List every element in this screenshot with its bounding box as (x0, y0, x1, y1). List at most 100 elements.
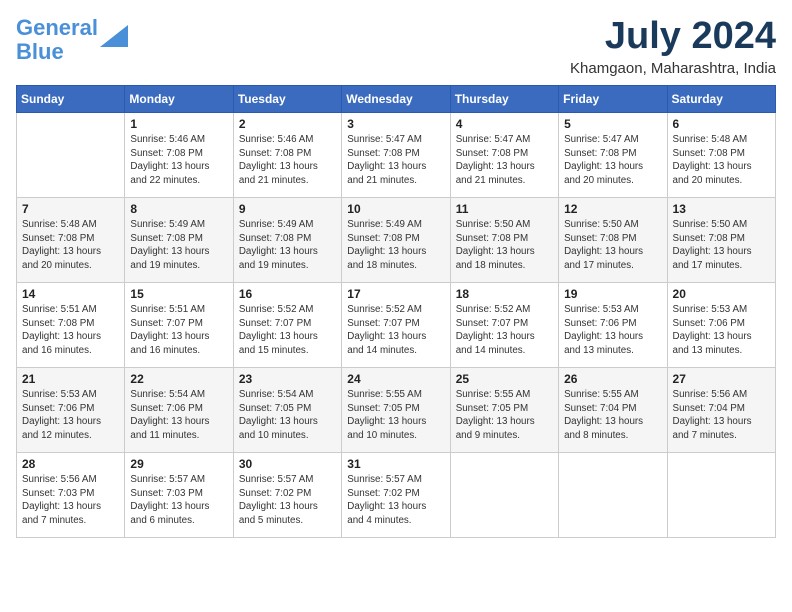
calendar-cell: 24 Sunrise: 5:55 AM Sunset: 7:05 PM Dayli… (342, 367, 450, 452)
calendar-week-3: 14Sunrise: 5:51 AM Sunset: 7:08 PM Dayli… (17, 282, 776, 367)
location-subtitle: Khamgaon, Maharashtra, India (570, 60, 776, 77)
day-number: 9 (239, 202, 336, 216)
day-info: Sunrise: 5:50 AM Sunset: 7:08 PM Dayligh… (456, 218, 553, 273)
day-info: Sunrise: 5:55 AM Sunset: 7:05 PM Dayligh… (456, 388, 553, 443)
weekday-header-saturday: Saturday (667, 85, 775, 112)
day-info: Sunrise: 5:48 AM Sunset: 7:08 PM Dayligh… (22, 218, 119, 273)
day-info: Sunrise: 5:46 AM Sunset: 7:08 PM Dayligh… (130, 133, 227, 188)
day-info: Sunrise: 5:51 AM Sunset: 7:07 PM Dayligh… (130, 303, 227, 358)
day-info: Sunrise: 5:57 AM Sunset: 7:03 PM Dayligh… (130, 473, 227, 528)
day-info: Sunrise: 5:54 AM Sunset: 7:06 PM Dayligh… (130, 388, 227, 443)
calendar-cell (559, 452, 667, 537)
day-number: 10 (347, 202, 444, 216)
weekday-header-sunday: Sunday (17, 85, 125, 112)
day-info: Sunrise: 5:52 AM Sunset: 7:07 PM Dayligh… (239, 303, 336, 358)
calendar-cell: 19 Sunrise: 5:53 AM Sunset: 7:06 PM Dayli… (559, 282, 667, 367)
calendar-cell: 16 Sunrise: 5:52 AM Sunset: 7:07 PM Dayli… (233, 282, 341, 367)
day-info: Sunrise: 5:51 AM Sunset: 7:08 PM Dayligh… (22, 303, 119, 358)
day-info: Sunrise: 5:57 AM Sunset: 7:02 PM Dayligh… (347, 473, 444, 528)
day-number: 7 (22, 202, 119, 216)
day-number: 31 (347, 457, 444, 471)
day-number: 1 (130, 117, 227, 131)
calendar-week-1: 1 Sunrise: 5:46 AM Sunset: 7:08 PM Daylig… (17, 112, 776, 197)
day-number: 13 (673, 202, 770, 216)
day-info: Sunrise: 5:50 AM Sunset: 7:08 PM Dayligh… (673, 218, 770, 273)
day-number: 8 (130, 202, 227, 216)
calendar-cell: 28 Sunrise: 5:56 AM Sunset: 7:03 PM Dayli… (17, 452, 125, 537)
day-number: 25 (456, 372, 553, 386)
calendar-week-4: 21Sunrise: 5:53 AM Sunset: 7:06 PM Dayli… (17, 367, 776, 452)
day-number: 4 (456, 117, 553, 131)
day-number: 2 (239, 117, 336, 131)
calendar-cell: 20 Sunrise: 5:53 AM Sunset: 7:06 PM Dayli… (667, 282, 775, 367)
calendar-cell: 11Sunrise: 5:50 AM Sunset: 7:08 PM Dayli… (450, 197, 558, 282)
calendar-cell: 8Sunrise: 5:49 AM Sunset: 7:08 PM Daylig… (125, 197, 233, 282)
calendar-cell: 25 Sunrise: 5:55 AM Sunset: 7:05 PM Dayli… (450, 367, 558, 452)
calendar-cell: 23 Sunrise: 5:54 AM Sunset: 7:05 PM Dayli… (233, 367, 341, 452)
calendar-cell: 1 Sunrise: 5:46 AM Sunset: 7:08 PM Daylig… (125, 112, 233, 197)
calendar-cell: 3Sunrise: 5:47 AM Sunset: 7:08 PM Daylig… (342, 112, 450, 197)
calendar-header: SundayMondayTuesdayWednesdayThursdayFrid… (17, 85, 776, 112)
day-number: 17 (347, 287, 444, 301)
day-info: Sunrise: 5:56 AM Sunset: 7:04 PM Dayligh… (673, 388, 770, 443)
day-number: 24 (347, 372, 444, 386)
day-number: 22 (130, 372, 227, 386)
day-number: 19 (564, 287, 661, 301)
calendar-body: 1 Sunrise: 5:46 AM Sunset: 7:08 PM Daylig… (17, 112, 776, 537)
day-info: Sunrise: 5:50 AM Sunset: 7:08 PM Dayligh… (564, 218, 661, 273)
calendar-cell (667, 452, 775, 537)
calendar-week-5: 28 Sunrise: 5:56 AM Sunset: 7:03 PM Dayli… (17, 452, 776, 537)
day-number: 12 (564, 202, 661, 216)
day-info: Sunrise: 5:55 AM Sunset: 7:04 PM Dayligh… (564, 388, 661, 443)
weekday-header-friday: Friday (559, 85, 667, 112)
month-year-title: July 2024 (570, 16, 776, 58)
day-info: Sunrise: 5:56 AM Sunset: 7:03 PM Dayligh… (22, 473, 119, 528)
day-info: Sunrise: 5:53 AM Sunset: 7:06 PM Dayligh… (673, 303, 770, 358)
day-info: Sunrise: 5:47 AM Sunset: 7:08 PM Dayligh… (347, 133, 444, 188)
day-info: Sunrise: 5:46 AM Sunset: 7:08 PM Dayligh… (239, 133, 336, 188)
calendar-cell: 15 Sunrise: 5:51 AM Sunset: 7:07 PM Dayli… (125, 282, 233, 367)
day-info: Sunrise: 5:55 AM Sunset: 7:05 PM Dayligh… (347, 388, 444, 443)
day-info: Sunrise: 5:48 AM Sunset: 7:08 PM Dayligh… (673, 133, 770, 188)
day-info: Sunrise: 5:54 AM Sunset: 7:05 PM Dayligh… (239, 388, 336, 443)
day-number: 20 (673, 287, 770, 301)
calendar-week-2: 7 Sunrise: 5:48 AM Sunset: 7:08 PM Daylig… (17, 197, 776, 282)
calendar-cell: 9Sunrise: 5:49 AM Sunset: 7:08 PM Daylig… (233, 197, 341, 282)
calendar-cell: 10Sunrise: 5:49 AM Sunset: 7:08 PM Dayli… (342, 197, 450, 282)
calendar-cell (17, 112, 125, 197)
day-number: 18 (456, 287, 553, 301)
day-number: 28 (22, 457, 119, 471)
weekday-header-row: SundayMondayTuesdayWednesdayThursdayFrid… (17, 85, 776, 112)
day-info: Sunrise: 5:53 AM Sunset: 7:06 PM Dayligh… (564, 303, 661, 358)
calendar-cell: 12 Sunrise: 5:50 AM Sunset: 7:08 PM Dayli… (559, 197, 667, 282)
logo-text: General Blue (16, 16, 98, 64)
day-number: 16 (239, 287, 336, 301)
calendar-cell: 6 Sunrise: 5:48 AM Sunset: 7:08 PM Daylig… (667, 112, 775, 197)
day-number: 29 (130, 457, 227, 471)
day-info: Sunrise: 5:47 AM Sunset: 7:08 PM Dayligh… (564, 133, 661, 188)
day-number: 6 (673, 117, 770, 131)
calendar-cell: 29 Sunrise: 5:57 AM Sunset: 7:03 PM Dayli… (125, 452, 233, 537)
calendar-cell: 18Sunrise: 5:52 AM Sunset: 7:07 PM Dayli… (450, 282, 558, 367)
weekday-header-monday: Monday (125, 85, 233, 112)
calendar-cell: 30Sunrise: 5:57 AM Sunset: 7:02 PM Dayli… (233, 452, 341, 537)
calendar-cell (450, 452, 558, 537)
calendar-table: SundayMondayTuesdayWednesdayThursdayFrid… (16, 85, 776, 538)
calendar-cell: 14Sunrise: 5:51 AM Sunset: 7:08 PM Dayli… (17, 282, 125, 367)
logo-arrow-icon (100, 25, 128, 47)
calendar-cell: 27 Sunrise: 5:56 AM Sunset: 7:04 PM Dayli… (667, 367, 775, 452)
calendar-cell: 2 Sunrise: 5:46 AM Sunset: 7:08 PM Daylig… (233, 112, 341, 197)
weekday-header-thursday: Thursday (450, 85, 558, 112)
day-number: 5 (564, 117, 661, 131)
day-number: 30 (239, 457, 336, 471)
day-number: 15 (130, 287, 227, 301)
calendar-cell: 17 Sunrise: 5:52 AM Sunset: 7:07 PM Dayli… (342, 282, 450, 367)
day-number: 26 (564, 372, 661, 386)
day-number: 27 (673, 372, 770, 386)
day-number: 23 (239, 372, 336, 386)
day-info: Sunrise: 5:52 AM Sunset: 7:07 PM Dayligh… (347, 303, 444, 358)
day-number: 21 (22, 372, 119, 386)
page-header: General Blue July 2024 Khamgaon, Maharas… (16, 16, 776, 77)
weekday-header-tuesday: Tuesday (233, 85, 341, 112)
logo: General Blue (16, 16, 128, 64)
